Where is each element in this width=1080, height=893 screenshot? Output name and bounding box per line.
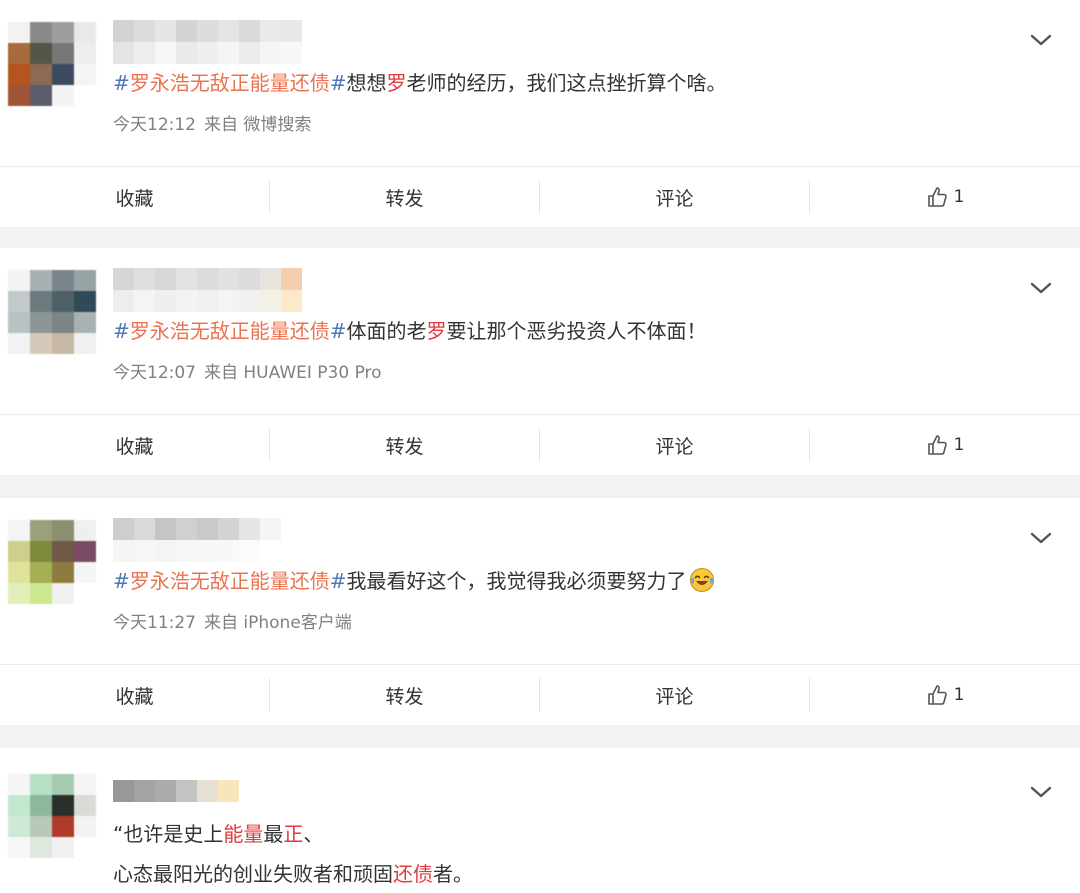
- comment-feed: #罗永浩无敌正能量还债#想想罗老师的经历，我们这点挫折算个啥。 今天12:12 来…: [0, 0, 1080, 893]
- comment-card: “也许是史上能量最正、 心态最阳光的创业失败者和顽固还债者。: [0, 748, 1080, 893]
- like-button[interactable]: 1: [810, 428, 1080, 462]
- chevron-down-icon[interactable]: [1028, 30, 1054, 50]
- comment-card: #罗永浩无敌正能量还债#我最看好这个，我觉得我必须要努力了 今天11:27 来自 …: [0, 498, 1080, 725]
- comment-text: “也许是史上能量最正、: [113, 822, 324, 846]
- comment-meta: 今天12:12 来自 微博搜索: [113, 110, 311, 135]
- username-blurred[interactable]: [113, 268, 302, 312]
- comment-text: #罗永浩无敌正能量还债#体面的老罗要让那个恶劣投资人不体面！: [113, 319, 707, 343]
- comment-button[interactable]: 评论: [540, 678, 810, 712]
- thumbs-up-icon: [927, 187, 947, 207]
- timestamp: 今天11:27: [113, 613, 196, 633]
- avatar[interactable]: [8, 520, 96, 604]
- comment-text: #罗永浩无敌正能量还债#我最看好这个，我觉得我必须要努力了: [113, 564, 715, 598]
- chevron-down-icon[interactable]: [1028, 278, 1054, 298]
- comment-meta: 今天12:07 来自 HUAWEI P30 Pro: [113, 358, 382, 383]
- timestamp: 今天12:12: [113, 115, 196, 135]
- repost-button[interactable]: 转发: [270, 180, 540, 214]
- topic-link[interactable]: #罗永浩无敌正能量还债#: [113, 319, 347, 343]
- chevron-down-icon[interactable]: [1028, 528, 1054, 548]
- like-count: 1: [953, 187, 965, 207]
- source: 来自 iPhone客户端: [204, 613, 352, 633]
- action-bar: 收藏 转发 评论 1: [0, 664, 1080, 725]
- action-bar: 收藏 转发 评论 1: [0, 414, 1080, 475]
- comment-text: #罗永浩无敌正能量还债#想想罗老师的经历，我们这点挫折算个啥。: [113, 71, 727, 95]
- chevron-down-icon[interactable]: [1028, 782, 1054, 802]
- source: 来自 HUAWEI P30 Pro: [204, 363, 382, 383]
- topic-link[interactable]: #罗永浩无敌正能量还债#: [113, 71, 347, 95]
- thumbs-up-icon: [927, 435, 947, 455]
- favorite-button[interactable]: 收藏: [0, 428, 270, 462]
- avatar[interactable]: [8, 270, 96, 354]
- repost-button[interactable]: 转发: [270, 678, 540, 712]
- comment-card: #罗永浩无敌正能量还债#想想罗老师的经历，我们这点挫折算个啥。 今天12:12 来…: [0, 0, 1080, 227]
- comment-meta: 今天11:27 来自 iPhone客户端: [113, 608, 352, 633]
- repost-button[interactable]: 转发: [270, 428, 540, 462]
- source: 来自 微博搜索: [204, 115, 312, 135]
- comment-button[interactable]: 评论: [540, 180, 810, 214]
- thumbs-up-icon: [927, 685, 947, 705]
- like-count: 1: [953, 685, 965, 705]
- like-button[interactable]: 1: [810, 180, 1080, 214]
- crying-laughing-emoji-icon: [689, 568, 714, 592]
- timestamp: 今天12:07: [113, 363, 196, 383]
- username-blurred[interactable]: [113, 20, 302, 64]
- avatar[interactable]: [8, 774, 96, 858]
- comment-card: #罗永浩无敌正能量还债#体面的老罗要让那个恶劣投资人不体面！ 今天12:07 来自…: [0, 248, 1080, 475]
- action-bar: 收藏 转发 评论 1: [0, 166, 1080, 227]
- comment-button[interactable]: 评论: [540, 428, 810, 462]
- topic-link[interactable]: #罗永浩无敌正能量还债#: [113, 569, 347, 593]
- avatar[interactable]: [8, 22, 96, 106]
- like-count: 1: [953, 435, 965, 455]
- favorite-button[interactable]: 收藏: [0, 180, 270, 214]
- comment-text-line2: 心态最阳光的创业失败者和顽固还债者。: [113, 862, 473, 886]
- like-button[interactable]: 1: [810, 678, 1080, 712]
- username-blurred[interactable]: [113, 518, 302, 562]
- favorite-button[interactable]: 收藏: [0, 678, 270, 712]
